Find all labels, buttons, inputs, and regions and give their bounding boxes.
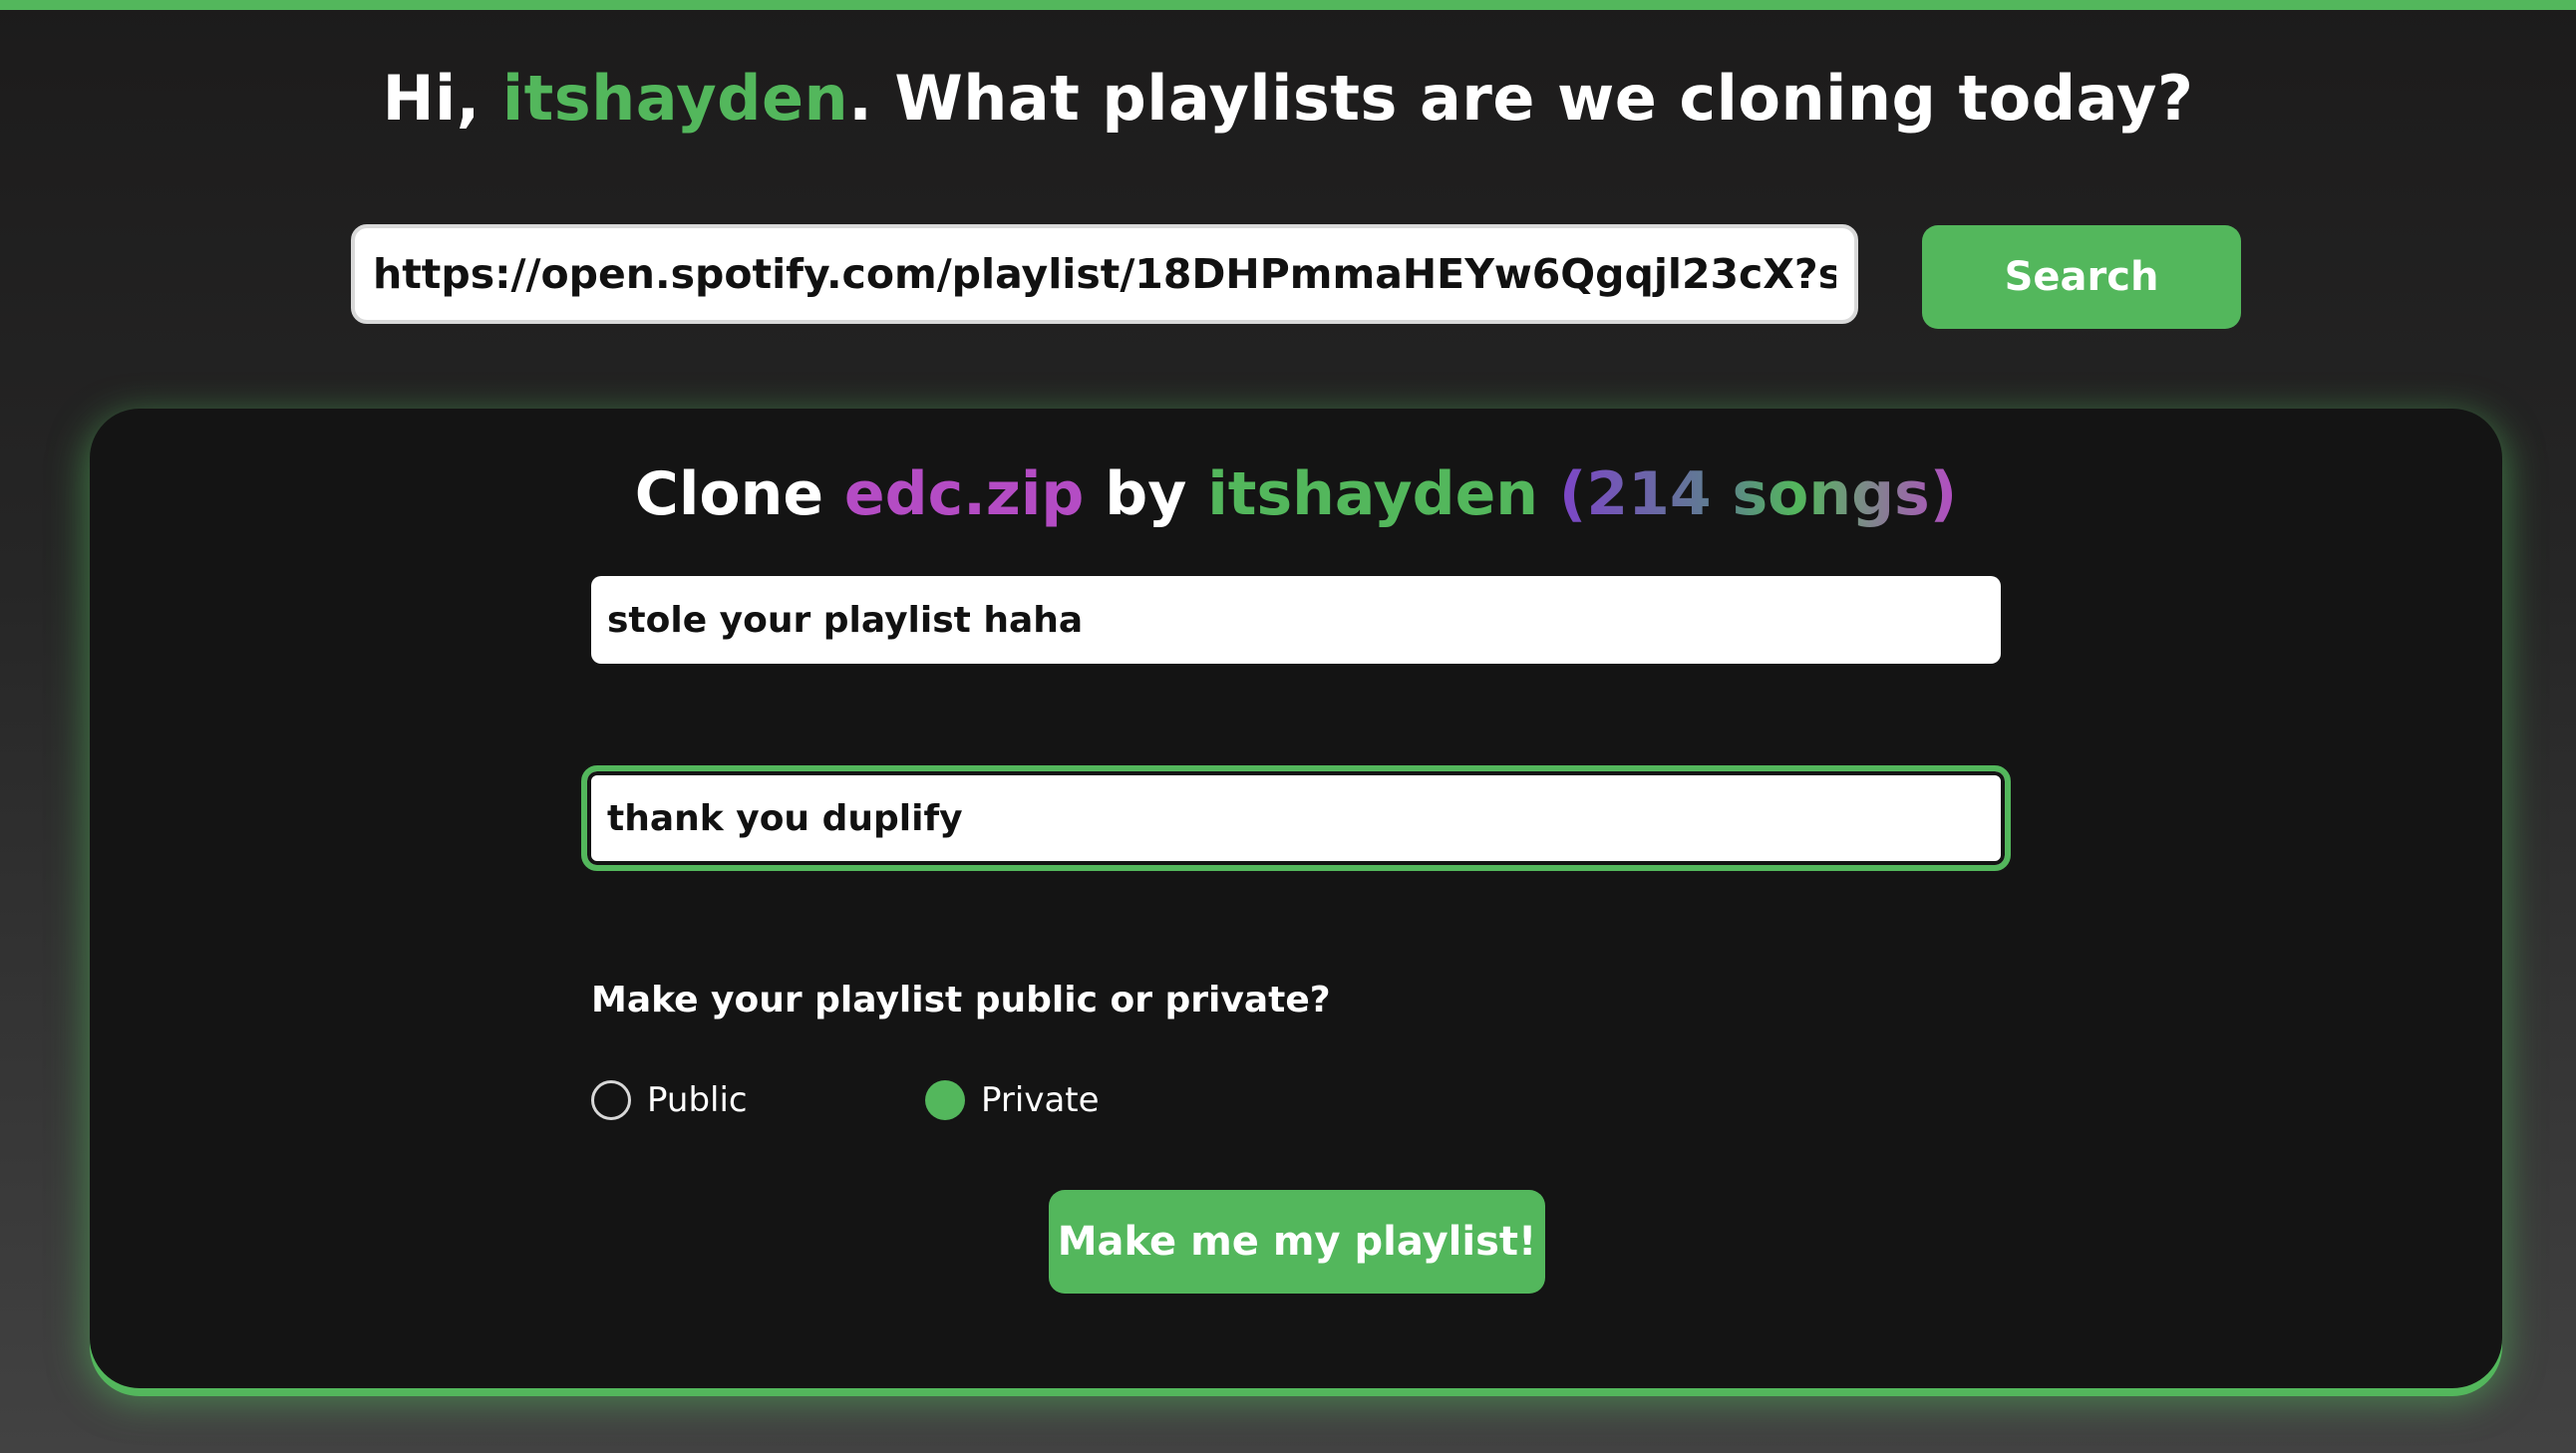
new-playlist-name-input[interactable] xyxy=(591,576,2001,664)
playlist-url-input[interactable] xyxy=(351,224,1858,324)
song-count: (214 songs) xyxy=(1558,459,1958,529)
greeting-suffix: . What playlists are we cloning today? xyxy=(848,62,2194,135)
clone-title: Clone edc.zip by itshayden (214 songs) xyxy=(90,458,2502,530)
playlist-name: edc.zip xyxy=(843,459,1085,529)
private-radio-label[interactable]: Private xyxy=(981,1080,1100,1120)
search-button[interactable]: Search xyxy=(1922,225,2241,329)
greeting-username: itshayden xyxy=(501,62,849,135)
public-radio-option[interactable]: Public xyxy=(591,1078,748,1122)
privacy-question: Make your playlist public or private? xyxy=(591,980,1331,1020)
private-radio-button[interactable] xyxy=(925,1080,965,1120)
clone-by: by xyxy=(1084,459,1208,529)
clone-panel: Clone edc.zip by itshayden (214 songs) M… xyxy=(90,409,2502,1388)
clone-prefix: Clone xyxy=(634,459,844,529)
playlist-owner: itshayden xyxy=(1207,459,1539,529)
private-radio-option[interactable]: Private xyxy=(925,1078,1100,1122)
public-radio-label[interactable]: Public xyxy=(647,1080,748,1120)
top-accent-bar xyxy=(0,0,2576,10)
public-radio-button[interactable] xyxy=(591,1080,631,1120)
page-greeting: Hi, itshayden. What playlists are we clo… xyxy=(0,62,2576,136)
make-playlist-button[interactable]: Make me my playlist! xyxy=(1049,1190,1545,1294)
greeting-prefix: Hi, xyxy=(382,62,502,135)
new-playlist-description-input[interactable] xyxy=(581,765,2011,871)
